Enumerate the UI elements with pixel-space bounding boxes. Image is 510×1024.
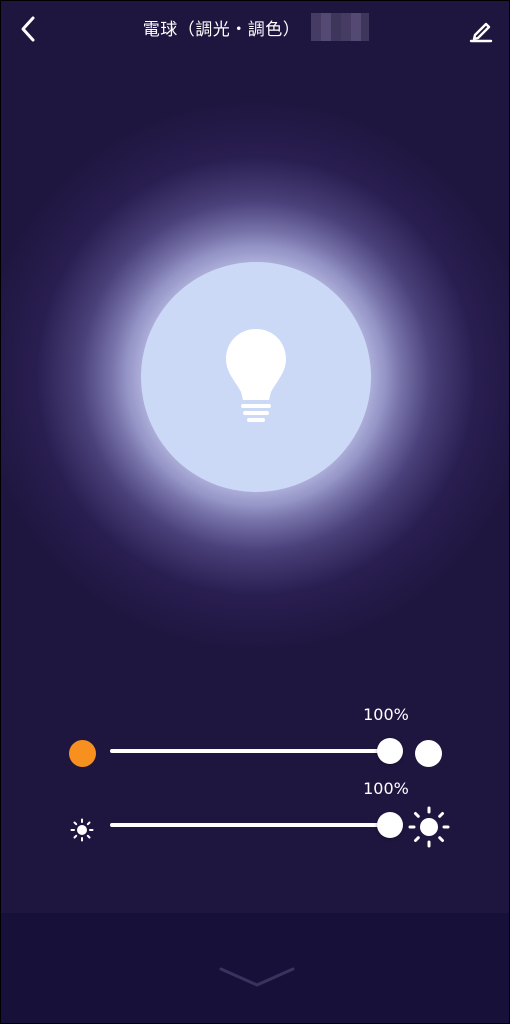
color-temperature-thumb[interactable] bbox=[377, 738, 403, 764]
page-title: 電球（調光・調色） bbox=[142, 19, 301, 40]
title-area: 電球（調光・調色） bbox=[1, 13, 509, 43]
chevron-down-icon bbox=[219, 967, 295, 987]
brightness-value: 100% bbox=[363, 779, 409, 798]
collapse-button[interactable] bbox=[217, 965, 297, 991]
color-temperature-track[interactable] bbox=[110, 749, 390, 753]
warm-color-dot-icon bbox=[69, 740, 96, 767]
cool-color-dot-icon bbox=[415, 740, 442, 767]
pencil-icon bbox=[469, 22, 493, 43]
lightbulb-icon bbox=[226, 329, 286, 422]
sun-small-icon bbox=[70, 818, 94, 842]
header: 電球（調光・調色） bbox=[1, 1, 509, 57]
brightness-track[interactable] bbox=[110, 823, 390, 827]
brightness-thumb[interactable] bbox=[377, 812, 403, 838]
light-control-screen: 電球（調光・調色） 100% 100% bbox=[0, 0, 510, 1024]
color-temperature-value: 100% bbox=[363, 705, 409, 724]
redacted-device-name bbox=[311, 13, 370, 41]
bulb-toggle-button[interactable] bbox=[141, 262, 371, 492]
bottom-panel bbox=[1, 913, 509, 1023]
sun-large-icon bbox=[408, 806, 450, 848]
edit-button[interactable] bbox=[467, 15, 495, 43]
